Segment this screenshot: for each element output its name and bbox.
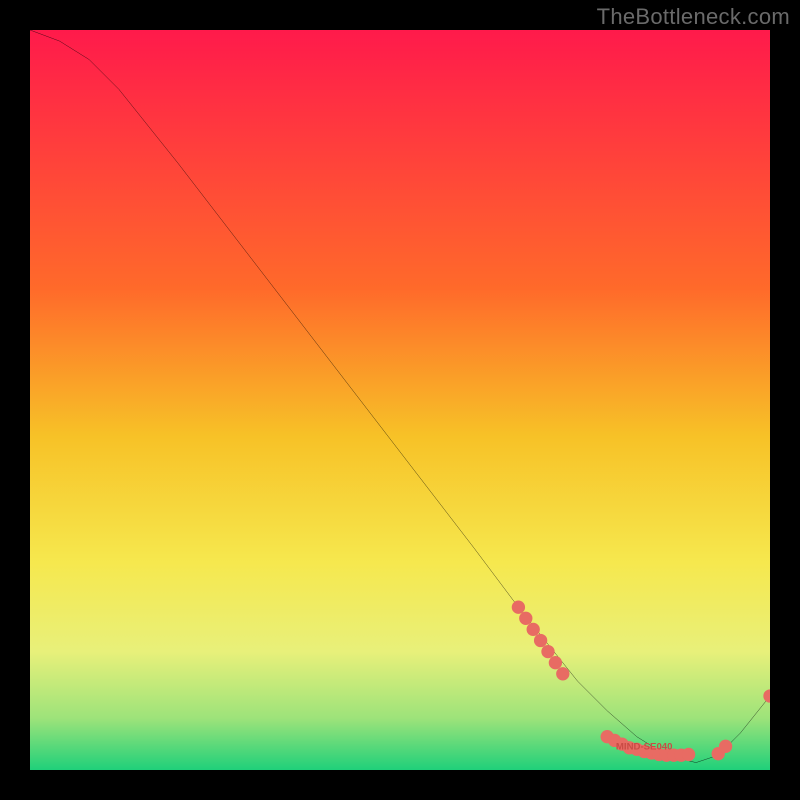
chart-stage: TheBottleneck.com MIND-SE040 [0,0,800,800]
watermark-text: TheBottleneck.com [597,4,790,30]
chart-plot [30,30,770,770]
gradient-bg [30,30,770,770]
